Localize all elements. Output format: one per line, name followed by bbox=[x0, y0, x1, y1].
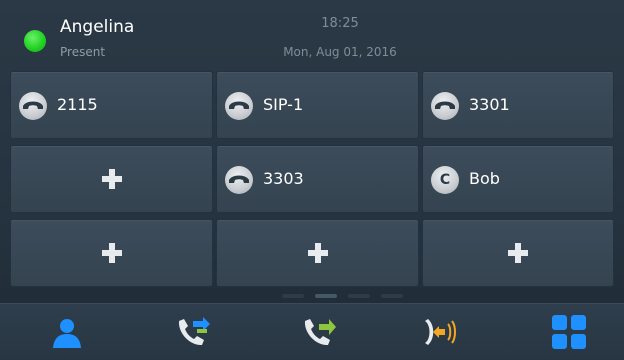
status-header: Angelina Present 18:25 Mon, Aug 01, 2016 bbox=[0, 0, 624, 68]
handset-icon bbox=[431, 92, 459, 120]
call-transfer-button[interactable] bbox=[163, 310, 223, 354]
line-key-3303[interactable]: 3303 bbox=[216, 145, 419, 213]
function-key-grid: 2115 SIP-1 3301 3303 C Bob bbox=[10, 71, 614, 289]
page-dot-active[interactable] bbox=[315, 294, 337, 298]
page-indicator bbox=[0, 292, 624, 300]
handset-icon bbox=[225, 166, 253, 194]
line-key-3301[interactable]: 3301 bbox=[422, 71, 614, 139]
add-key-button[interactable] bbox=[422, 219, 614, 287]
key-label: 3303 bbox=[263, 169, 304, 188]
page-dot[interactable] bbox=[282, 294, 304, 298]
clock-date: Mon, Aug 01, 2016 bbox=[283, 45, 397, 59]
contact-c-icon: C bbox=[431, 166, 459, 194]
add-key-button[interactable] bbox=[10, 219, 213, 287]
contacts-icon bbox=[53, 319, 81, 348]
contact-key-bob[interactable]: C Bob bbox=[422, 145, 614, 213]
plus-icon bbox=[101, 169, 122, 189]
bottom-toolbar bbox=[0, 303, 624, 360]
handset-icon bbox=[19, 92, 47, 120]
page-dot[interactable] bbox=[381, 294, 403, 298]
line-key-sip-1[interactable]: SIP-1 bbox=[216, 71, 419, 139]
apps-button[interactable] bbox=[539, 310, 599, 354]
key-label: 2115 bbox=[57, 95, 98, 114]
plus-icon bbox=[101, 243, 122, 263]
call-forward-button[interactable] bbox=[289, 310, 349, 354]
phone-screen: Angelina Present 18:25 Mon, Aug 01, 2016… bbox=[0, 0, 624, 360]
presence-status: Present bbox=[60, 45, 106, 59]
plus-icon bbox=[307, 243, 328, 263]
presence-indicator bbox=[24, 30, 46, 52]
clock-time: 18:25 bbox=[321, 16, 359, 31]
key-label: 3301 bbox=[469, 95, 510, 114]
handset-icon bbox=[225, 92, 253, 120]
page-dot[interactable] bbox=[348, 294, 370, 298]
pickup-button[interactable] bbox=[411, 310, 471, 354]
line-key-2115[interactable]: 2115 bbox=[10, 71, 213, 139]
key-label: Bob bbox=[469, 169, 500, 188]
key-label: SIP-1 bbox=[263, 95, 304, 114]
add-key-button[interactable] bbox=[10, 145, 213, 213]
pickup-icon bbox=[425, 319, 456, 345]
user-name: Angelina bbox=[60, 17, 135, 37]
call-transfer-icon bbox=[178, 317, 210, 346]
call-forward-icon bbox=[304, 319, 336, 346]
add-key-button[interactable] bbox=[216, 219, 419, 287]
contacts-button[interactable] bbox=[37, 310, 97, 354]
apps-grid-icon bbox=[552, 315, 586, 349]
plus-icon bbox=[508, 243, 528, 263]
